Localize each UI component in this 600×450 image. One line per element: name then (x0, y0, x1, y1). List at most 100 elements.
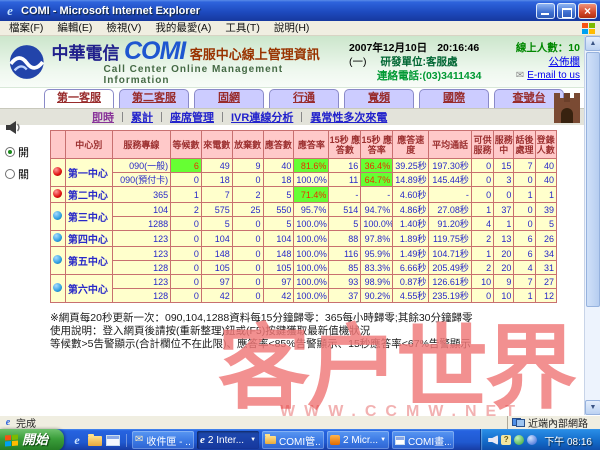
subnav-link[interactable]: IVR連線分析 (223, 109, 301, 125)
stat-cell: 235.19秒 (429, 289, 472, 303)
stat-cell: 5 (263, 217, 294, 231)
stat-cell: 2 (232, 187, 263, 203)
stat-cell: 104 (201, 231, 232, 247)
menu-item[interactable]: 說明(H) (267, 21, 317, 36)
vertical-scrollbar[interactable]: ▲ ▼ (584, 36, 600, 415)
stat-cell: 0 (232, 217, 263, 231)
messenger-icon[interactable] (527, 435, 537, 445)
zone-text: 近端內部網路 (528, 415, 588, 430)
scrollbar-thumb[interactable] (586, 52, 600, 307)
menu-item[interactable]: 我的最愛(A) (148, 21, 218, 36)
stat-cell: 100.0% (294, 247, 329, 261)
nav-tab[interactable]: 第二客服 (119, 89, 189, 108)
stat-cell: 88 (329, 231, 361, 247)
col-header: 服務 中 (494, 131, 514, 159)
stat-cell: 1 (494, 217, 514, 231)
nav-tab[interactable]: 第一客服 (44, 89, 114, 108)
stat-cell: 0 (232, 247, 263, 261)
stat-cell: 1 (535, 187, 556, 203)
taskbar-button[interactable]: COMI管... (262, 431, 324, 449)
network-tray-icon[interactable] (514, 435, 524, 445)
menu-item[interactable]: 編輯(E) (50, 21, 99, 36)
status-dot-red-icon (53, 189, 62, 198)
stat-cell: 4.86秒 (393, 203, 429, 217)
radio-on-icon[interactable] (5, 147, 15, 157)
taskbar-button[interactable]: COMI畫... (392, 431, 454, 449)
stat-cell: 100.0% (294, 173, 329, 187)
show-desktop-icon[interactable] (106, 435, 120, 446)
stat-cell: 85 (329, 261, 361, 275)
taskbar-button[interactable]: ✉收件匣 - ... (132, 431, 194, 449)
help-tray-icon[interactable]: ? (501, 435, 511, 445)
scroll-down-arrow-icon[interactable]: ▼ (585, 400, 600, 415)
menu-item[interactable]: 檔案(F) (2, 21, 50, 36)
security-zone-panel: 近端內部網路 (507, 416, 598, 429)
stat-cell: 7 (201, 187, 232, 203)
start-button[interactable]: 開始 (0, 429, 64, 450)
col-header: 平均通話 (429, 131, 472, 159)
taskbar-button[interactable]: 2 Micr...▼ (327, 431, 389, 449)
weekday-text: (一) (349, 55, 367, 69)
status-dot-cell (51, 275, 66, 303)
stat-cell: 40 (535, 159, 556, 173)
scroll-up-arrow-icon[interactable]: ▲ (585, 36, 600, 51)
stat-cell: 16 (329, 159, 361, 173)
stat-cell: 9 (232, 159, 263, 173)
col-header: 等候數 (171, 131, 202, 159)
table-row: 128042042100.0%3790.2%4.55秒235.19秒010112 (51, 289, 557, 303)
subnav-link[interactable]: 座席管理 (162, 109, 222, 125)
volume-icon[interactable] (488, 435, 498, 445)
castle-gate-icon (554, 93, 580, 123)
col-header: 中心別 (65, 131, 112, 159)
stat-cell: 148 (201, 247, 232, 261)
nav-tab[interactable]: 國際 (419, 89, 489, 108)
stat-cell: 1288 (112, 217, 170, 231)
stat-cell: 0 (514, 173, 535, 187)
window-titlebar[interactable]: e COMI - Microsoft Internet Explorer × (0, 0, 600, 21)
col-header: 服務專線 (112, 131, 170, 159)
restore-button[interactable] (557, 3, 576, 19)
taskbar-button[interactable]: e2 Inter...▼ (197, 431, 259, 449)
taskbar-button-label: 收件匣 - ... (146, 433, 191, 448)
stat-cell: 37 (494, 203, 514, 217)
status-bar: e 完成 近端內部網路 (0, 415, 600, 429)
sound-off-option[interactable]: 關 (5, 166, 45, 182)
email-link[interactable]: E-mail to us (527, 69, 580, 83)
col-header: 應答率 (294, 131, 329, 159)
radio-off-icon[interactable] (5, 169, 15, 179)
table-row: 第四中心12301040104100.0%8897.8%1.89秒119.75秒… (51, 231, 557, 247)
col-header: 15秒 應答數 (329, 131, 361, 159)
stat-cell: 100.0% (294, 261, 329, 275)
stat-cell: 4 (514, 261, 535, 275)
menu-item[interactable]: 檢視(V) (99, 21, 148, 36)
stat-cell: 123 (112, 275, 170, 289)
subnav-bar: 即時累計座席管理IVR連線分析異常性多次來電 (0, 108, 584, 125)
sound-on-option[interactable]: 開 (5, 144, 45, 160)
stat-cell: 197.30秒 (429, 159, 472, 173)
stat-cell: 11 (329, 173, 361, 187)
nav-tab[interactable]: 寬頻 (344, 89, 414, 108)
brand-subtitle: Call Center Online Management Informatio… (104, 64, 349, 86)
ie-quicklaunch-icon[interactable]: e (70, 434, 84, 447)
stat-cell: 5 (329, 217, 361, 231)
folder-icon (265, 436, 276, 444)
stat-cell: 0 (171, 217, 202, 231)
bulletin-link[interactable]: 公佈欄 (549, 55, 581, 69)
date-text: 2007年12月10日 (349, 41, 427, 55)
folder-quicklaunch-icon[interactable] (88, 436, 102, 446)
stat-cell: 14.89秒 (393, 173, 429, 187)
close-button[interactable]: × (578, 3, 597, 19)
minimize-button[interactable] (536, 3, 555, 19)
stat-cell: 18 (201, 173, 232, 187)
stat-cell: 0 (171, 247, 202, 261)
menu-item[interactable]: 工具(T) (218, 21, 266, 36)
stat-cell: 39.25秒 (393, 159, 429, 173)
subnav-link[interactable]: 異常性多次來電 (302, 109, 395, 125)
nav-tab[interactable]: 固網 (194, 89, 264, 108)
nav-tab[interactable]: 行通 (269, 89, 339, 108)
stat-cell: 27.08秒 (429, 203, 472, 217)
stat-cell: 20 (494, 261, 514, 275)
stat-cell: 2 (471, 231, 493, 247)
subnav-link[interactable]: 即時 (84, 109, 122, 125)
subnav-link[interactable]: 累計 (123, 109, 161, 125)
